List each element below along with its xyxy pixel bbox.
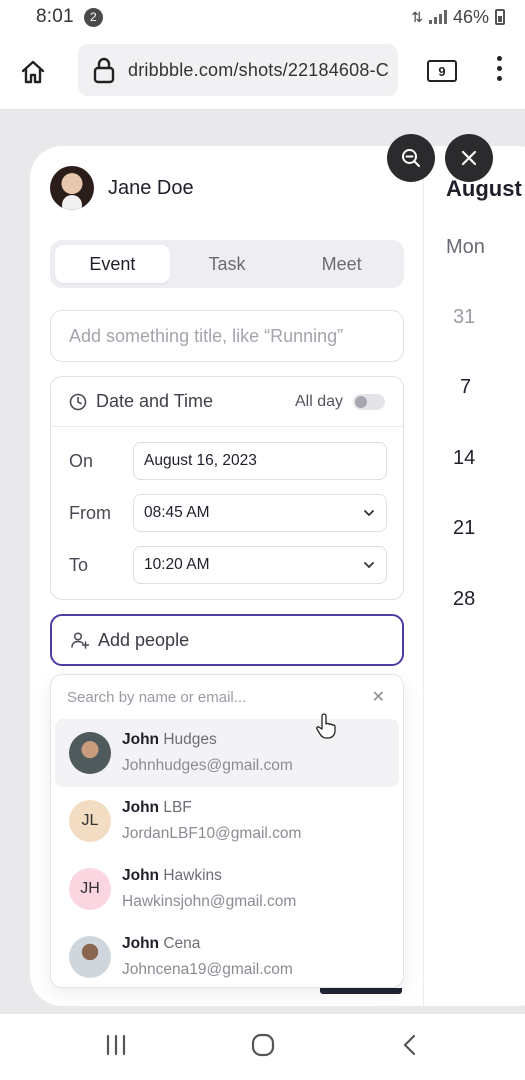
date-time-header: Date and Time All day <box>51 377 403 427</box>
avatar <box>50 166 94 210</box>
from-row: From 08:45 AM <box>51 494 405 532</box>
add-people-label: Add people <box>98 629 190 650</box>
tab-meet[interactable]: Meet <box>284 245 399 283</box>
close-icon <box>461 150 477 166</box>
recent-apps-icon <box>106 1034 126 1056</box>
avatar: JL <box>69 800 111 842</box>
tab-task[interactable]: Task <box>170 245 285 283</box>
status-time: 8:01 <box>36 6 74 27</box>
person-email: Hawkinsjohn@gmail.com <box>122 893 297 910</box>
home-circle-icon <box>251 1033 275 1057</box>
save-button-edge[interactable] <box>320 988 402 994</box>
calendar-day[interactable]: 31 <box>453 306 475 329</box>
date-time-card: Date and Time All day On August 16, 2023… <box>50 376 404 600</box>
to-label: To <box>69 554 89 575</box>
more-vert-icon[interactable] <box>495 56 503 81</box>
list-item[interactable]: John Hudges Johnhudges@gmail.com <box>55 719 399 787</box>
list-item[interactable]: JL John LBF JordanLBF10@gmail.com <box>55 787 399 855</box>
from-label: From <box>69 502 111 523</box>
person-name: John Cena <box>122 935 201 952</box>
back-button[interactable] <box>398 1032 422 1058</box>
date-field[interactable]: August 16, 2023 <box>133 442 387 480</box>
person-email: JordanLBF10@gmail.com <box>122 825 302 842</box>
add-person-icon <box>71 632 90 649</box>
title-input[interactable]: Add something title, like “Running” <box>50 310 404 362</box>
person-email: Johnhudges@gmail.com <box>122 757 293 774</box>
from-time-select[interactable]: 08:45 AM <box>133 494 387 532</box>
browser-toolbar: dribbble.com/shots/22184608-C 9 <box>0 34 525 110</box>
date-time-label: Date and Time <box>96 391 214 411</box>
home-button[interactable] <box>0 58 66 86</box>
url-text: dribbble.com/shots/22184608-C <box>128 59 389 80</box>
people-search-placeholder: Search by name or email... <box>67 688 247 706</box>
calendar-day[interactable]: 14 <box>453 447 475 470</box>
clock-icon <box>69 393 87 410</box>
list-item[interactable]: JH John Hawkins Hawkinsjohn@gmail.com <box>55 855 399 923</box>
type-segmented-control: Event Task Meet <box>50 240 404 288</box>
status-bar: 8:01 2 ⇅ 46% <box>0 0 525 34</box>
notification-count-badge: 2 <box>83 7 103 27</box>
tab-event[interactable]: Event <box>55 245 170 283</box>
person-name: John LBF <box>122 799 192 816</box>
avatar <box>69 936 111 978</box>
tab-switcher-button[interactable]: 9 <box>427 60 457 82</box>
panel-divider <box>423 146 424 1006</box>
data-transfer-icon: ⇅ <box>411 8 423 25</box>
user-name: Jane Doe <box>108 176 194 199</box>
battery-icon <box>495 9 505 25</box>
list-item[interactable]: John Cena Johncena19@gmail.com <box>55 923 399 987</box>
people-search-input[interactable]: Search by name or email... ✕ <box>51 675 403 719</box>
event-form-sidebar: Jane Doe Event Task Meet Add something t… <box>30 146 425 1006</box>
address-bar[interactable]: dribbble.com/shots/22184608-C <box>78 44 398 96</box>
calendar-day[interactable]: 28 <box>453 588 475 611</box>
person-name: John Hawkins <box>122 867 222 884</box>
clear-search-icon[interactable]: ✕ <box>372 687 385 707</box>
people-dropdown: Search by name or email... ✕ John Hudges… <box>50 674 404 988</box>
hand-cursor-icon <box>316 713 336 739</box>
calendar-day[interactable]: 21 <box>453 517 475 540</box>
home-icon <box>21 60 45 83</box>
calendar-day[interactable]: 7 <box>460 376 471 399</box>
home-nav-button[interactable] <box>250 1032 276 1058</box>
calendar-month-title: August <box>446 176 522 201</box>
date-value: August 16, 2023 <box>144 452 257 469</box>
add-people-field[interactable]: Add people <box>50 614 404 666</box>
to-time-value: 10:20 AM <box>144 556 210 573</box>
person-email: Johncena19@gmail.com <box>122 961 293 978</box>
status-right: ⇅ 46% <box>411 7 505 28</box>
chevron-down-icon <box>362 558 376 572</box>
on-label: On <box>69 450 94 471</box>
person-name: John Hudges <box>122 731 217 748</box>
close-button[interactable] <box>445 134 493 182</box>
avatar: JH <box>69 868 111 910</box>
signal-icon <box>428 10 447 24</box>
all-day-toggle[interactable] <box>353 393 385 410</box>
avatar <box>69 732 111 774</box>
chevron-down-icon <box>362 506 376 520</box>
battery-percent: 46% <box>452 6 489 27</box>
recent-apps-button[interactable] <box>104 1032 128 1058</box>
back-icon <box>403 1034 416 1056</box>
lock-icon <box>93 57 115 84</box>
zoom-out-button[interactable] <box>387 134 435 182</box>
app-panel: Jane Doe Event Task Meet Add something t… <box>30 146 525 1006</box>
from-time-value: 08:45 AM <box>144 504 210 521</box>
weekday-header: Mon <box>446 236 485 258</box>
system-nav-bar <box>0 1014 525 1080</box>
zoom-out-icon <box>402 149 420 167</box>
to-time-select[interactable]: 10:20 AM <box>133 546 387 584</box>
all-day-label: All day <box>294 392 343 410</box>
user-header: Jane Doe <box>50 166 194 210</box>
to-row: To 10:20 AM <box>51 546 405 584</box>
on-row: On August 16, 2023 <box>51 442 405 480</box>
